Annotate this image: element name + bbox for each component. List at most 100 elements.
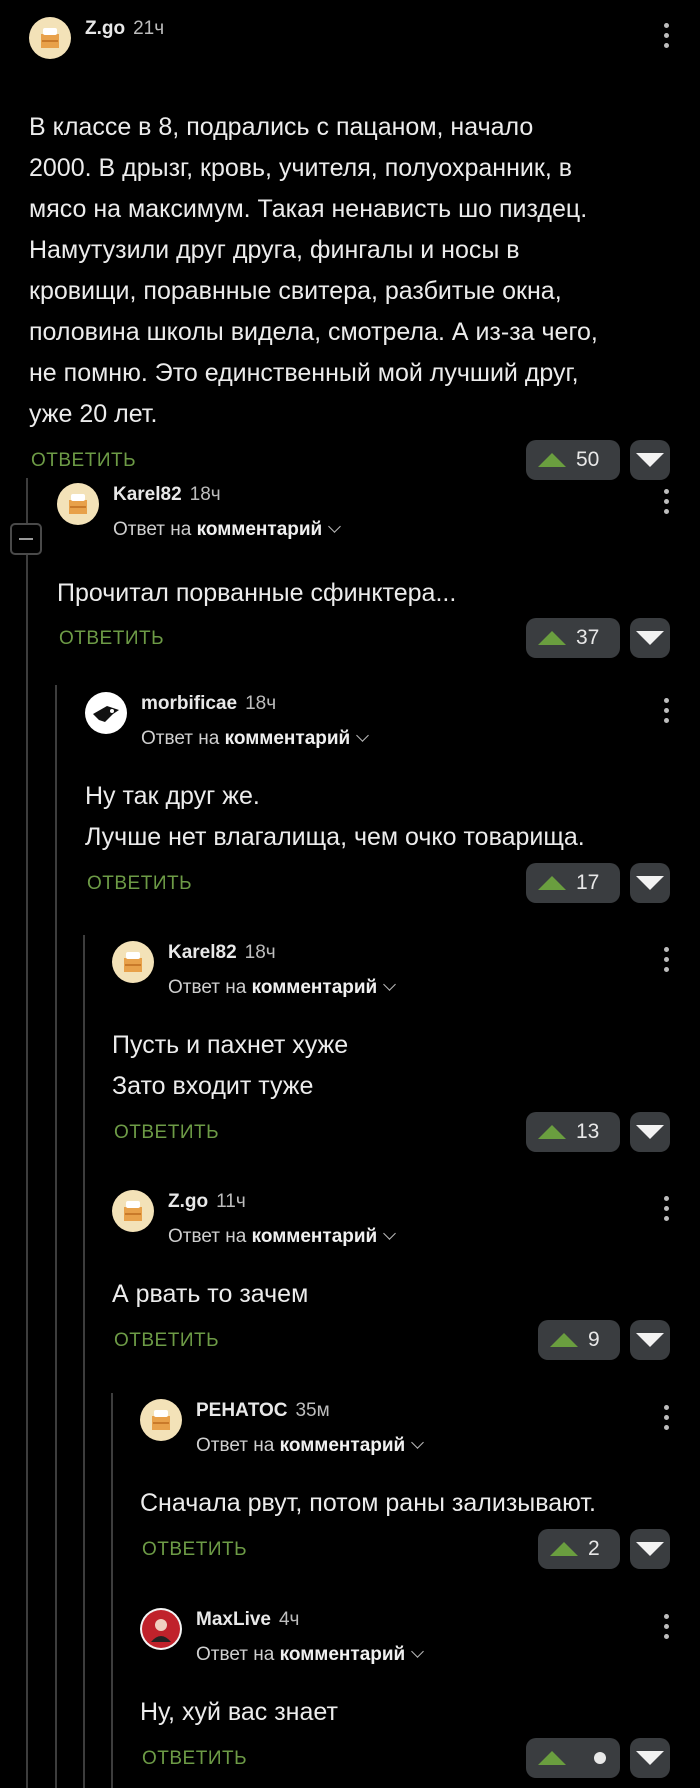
comment-body: А рвать то зачем <box>112 1274 700 1315</box>
comment-text-line: Сначала рвут, потом раны зализывают. <box>140 1489 596 1517</box>
avatar[interactable] <box>140 1399 182 1441</box>
reply-to[interactable]: Ответ на комментарий <box>141 728 370 750</box>
downvote-button[interactable] <box>630 440 670 480</box>
avatar[interactable] <box>112 1190 154 1232</box>
reply-to[interactable]: Ответ на комментарий <box>196 1435 425 1457</box>
downvote-button[interactable] <box>630 1112 670 1152</box>
comment: Karel82 18ч Ответ на комментарий Пусть и … <box>112 941 700 1156</box>
author-name[interactable]: morbificae 18ч <box>141 693 276 715</box>
comment-text-line: 2000. В дрызг, кровь, учителя, полуохран… <box>29 154 572 182</box>
downvote-button[interactable] <box>630 618 670 658</box>
comment: MaxLive 4ч Ответ на комментарий Ну, хуй в… <box>140 1608 700 1782</box>
comment-time: 18ч <box>244 942 276 963</box>
vote-count: 37 <box>576 626 600 649</box>
upvote-icon <box>550 1542 578 1556</box>
comment-text-line: Зато входит туже <box>112 1072 314 1100</box>
downvote-button[interactable] <box>630 1529 670 1569</box>
vote-count: 50 <box>576 448 600 471</box>
avatar[interactable] <box>140 1608 182 1650</box>
upvote-button[interactable]: 13 <box>526 1112 620 1152</box>
reply-button[interactable]: ОТВЕТИТЬ <box>114 1122 219 1144</box>
vote-count: 17 <box>576 871 600 894</box>
author-name[interactable]: РЕНАТОС 35м <box>196 1400 330 1422</box>
downvote-button[interactable] <box>630 1738 670 1778</box>
more-options-icon[interactable] <box>664 489 670 517</box>
downvote-button[interactable] <box>630 1320 670 1360</box>
author-name[interactable]: MaxLive 4ч <box>196 1609 299 1631</box>
comment-time: 4ч <box>278 1609 300 1630</box>
reply-to[interactable]: Ответ на комментарий <box>113 519 342 541</box>
thread-line <box>55 685 57 1788</box>
comment-body: Ну так друг же. Лучше нет влагалища, чем… <box>85 776 700 858</box>
chevron-down-icon <box>411 1436 425 1449</box>
more-options-icon[interactable] <box>664 1196 670 1224</box>
upvote-icon <box>538 631 566 645</box>
avatar[interactable] <box>112 941 154 983</box>
upvote-button[interactable] <box>526 1738 620 1778</box>
upvote-icon <box>538 1125 566 1139</box>
comment-text-line: Лучше нет влагалища, чем очко товарища. <box>85 823 585 851</box>
author-name[interactable]: Z.go 11ч <box>168 1191 246 1213</box>
comment-time: 35м <box>295 1400 330 1421</box>
downvote-icon <box>636 1125 664 1139</box>
comment: РЕНАТОС 35м Ответ на комментарий Сначала … <box>140 1399 700 1573</box>
author-name[interactable]: Z.go 21ч <box>85 18 164 40</box>
comment-text-line: Прочитал порванные сфинктера... <box>57 579 457 607</box>
reply-button[interactable]: ОТВЕТИТЬ <box>142 1748 247 1770</box>
avatar[interactable] <box>85 692 127 734</box>
more-options-icon[interactable] <box>664 698 670 726</box>
chevron-down-icon <box>356 729 370 742</box>
comment-text-line: мясо на максимум. Такая ненависть шо пиз… <box>29 195 588 223</box>
vote-count: 13 <box>576 1120 600 1143</box>
reply-to[interactable]: Ответ на комментарий <box>168 977 397 999</box>
vote-count: 2 <box>588 1537 600 1560</box>
downvote-icon <box>636 1333 664 1347</box>
downvote-icon <box>636 453 664 467</box>
comment-time: 21ч <box>133 18 165 39</box>
vote-count: 9 <box>588 1328 600 1351</box>
more-options-icon[interactable] <box>664 1614 670 1642</box>
reply-button[interactable]: ОТВЕТИТЬ <box>59 628 164 650</box>
upvote-button[interactable]: 2 <box>538 1529 620 1569</box>
avatar[interactable] <box>29 17 71 59</box>
comment-text-line: Пусть и пахнет хуже <box>112 1031 349 1059</box>
reply-to[interactable]: Ответ на комментарий <box>196 1644 425 1666</box>
comment-body: Сначала рвут, потом раны зализывают. <box>140 1483 700 1524</box>
upvote-button[interactable]: 50 <box>526 440 620 480</box>
loading-dot-icon <box>594 1752 606 1764</box>
upvote-button[interactable]: 9 <box>538 1320 620 1360</box>
downvote-icon <box>636 1542 664 1556</box>
downvote-icon <box>636 1751 664 1765</box>
upvote-icon <box>538 1751 566 1765</box>
reply-button[interactable]: ОТВЕТИТЬ <box>31 450 136 472</box>
reply-button[interactable]: ОТВЕТИТЬ <box>114 1330 219 1352</box>
author-name[interactable]: Karel82 18ч <box>113 484 221 506</box>
upvote-icon <box>538 876 566 890</box>
comment-text-line: кровищи, поравнные свитера, разбитые окн… <box>29 277 562 305</box>
comment-time: 11ч <box>216 1191 246 1212</box>
comment-body: Прочитал порванные сфинктера... <box>57 573 700 614</box>
more-options-icon[interactable] <box>664 1405 670 1433</box>
author-name[interactable]: Karel82 18ч <box>168 942 276 964</box>
more-options-icon[interactable] <box>664 23 670 51</box>
avatar[interactable] <box>57 483 99 525</box>
thread-line <box>83 935 85 1788</box>
comment-text-line: А рвать то зачем <box>112 1280 309 1308</box>
upvote-icon <box>550 1333 578 1347</box>
comment-text-line: уже 20 лет. <box>29 400 158 428</box>
reply-to[interactable]: Ответ на комментарий <box>168 1226 397 1248</box>
downvote-icon <box>636 631 664 645</box>
upvote-button[interactable]: 37 <box>526 618 620 658</box>
comment: Z.go 11ч Ответ на комментарий А рвать то … <box>112 1190 700 1364</box>
reply-button[interactable]: ОТВЕТИТЬ <box>87 873 192 895</box>
comment-text-line: Намутузили друг друга, фингалы и носы в <box>29 236 520 264</box>
comment-time: 18ч <box>189 484 221 505</box>
comment-time: 18ч <box>245 693 277 714</box>
reply-button[interactable]: ОТВЕТИТЬ <box>142 1539 247 1561</box>
downvote-button[interactable] <box>630 863 670 903</box>
more-options-icon[interactable] <box>664 947 670 975</box>
upvote-button[interactable]: 17 <box>526 863 620 903</box>
chevron-down-icon <box>328 520 342 533</box>
collapse-thread-button[interactable] <box>10 523 42 555</box>
comment: Z.go 21ч В классе в 8, подрались с пацано… <box>29 17 700 484</box>
